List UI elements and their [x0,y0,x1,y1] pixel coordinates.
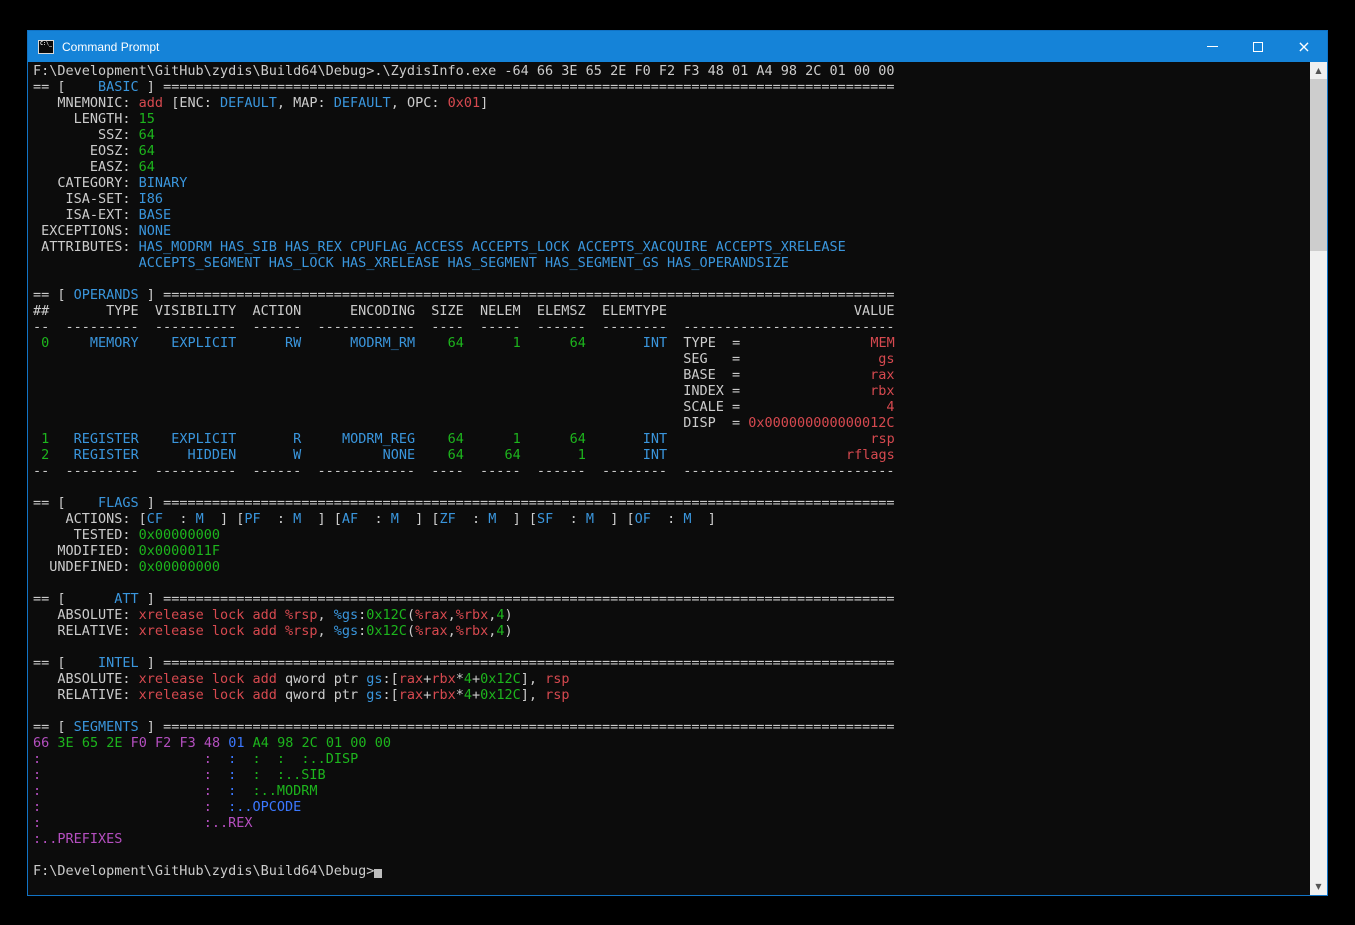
desktop: { "window": { "title": "Command Prompt",… [0,0,1355,925]
window-body: F:\Development\GitHub\zydis\Build64\Debu… [28,62,1327,895]
terminal-line: :..PREFIXES [33,831,1310,847]
terminal-line: : : :..OPCODE [33,799,1310,815]
terminal-line: 2 REGISTER HIDDEN W NONE 64 64 1 INT rfl… [33,447,1310,463]
close-button[interactable]: × [1281,31,1327,62]
terminal-line: 0 MEMORY EXPLICIT RW MODRM_RM 64 1 64 IN… [33,335,1310,351]
terminal-line: SCALE = 4 [33,399,1310,415]
terminal-line: == [ ATT ] =============================… [33,591,1310,607]
terminal-line: F:\Development\GitHub\zydis\Build64\Debu… [33,63,1310,79]
terminal-line: SSZ: 64 [33,127,1310,143]
terminal-line: : : : : : :..DISP [33,751,1310,767]
terminal-line: == [ INTEL ] ===========================… [33,655,1310,671]
scroll-down-button[interactable]: ▼ [1310,878,1327,895]
terminal-line: ISA-EXT: BASE [33,207,1310,223]
terminal-line: -- --------- ---------- ------ ---------… [33,463,1310,479]
scroll-up-button[interactable]: ▲ [1310,62,1327,79]
terminal-line: TESTED: 0x00000000 [33,527,1310,543]
terminal-line: MODIFIED: 0x0000011F [33,543,1310,559]
window-controls: × [1189,31,1327,62]
terminal-line: CATEGORY: BINARY [33,175,1310,191]
terminal-line: INDEX = rbx [33,383,1310,399]
terminal-line: F:\Development\GitHub\zydis\Build64\Debu… [33,863,1310,879]
terminal-line: BASE = rax [33,367,1310,383]
terminal-line: ACCEPTS_SEGMENT HAS_LOCK HAS_XRELEASE HA… [33,255,1310,271]
terminal-line: LENGTH: 15 [33,111,1310,127]
terminal-line: : :..REX [33,815,1310,831]
terminal-line: SEG = gs [33,351,1310,367]
vertical-scrollbar[interactable]: ▲ ▼ [1310,62,1327,895]
terminal-line: == [ SEGMENTS ] ========================… [33,719,1310,735]
terminal-line: EASZ: 64 [33,159,1310,175]
cmd-icon: C:\_ [38,40,54,54]
terminal-line [33,639,1310,655]
title-bar[interactable]: C:\_ Command Prompt × [28,31,1327,62]
terminal-line: EOSZ: 64 [33,143,1310,159]
terminal-line [33,847,1310,863]
terminal-line: == [ BASIC ] ===========================… [33,79,1310,95]
command-prompt-window: C:\_ Command Prompt × F:\Development\Git… [27,30,1328,896]
terminal-line [33,271,1310,287]
terminal-line: RELATIVE: xrelease lock add %rsp, %gs:0x… [33,623,1310,639]
terminal-line: ABSOLUTE: xrelease lock add qword ptr gs… [33,671,1310,687]
terminal-line: == [ OPERANDS ] ========================… [33,287,1310,303]
maximize-icon [1253,42,1263,52]
minimize-button[interactable] [1189,31,1235,62]
terminal-line: ABSOLUTE: xrelease lock add %rsp, %gs:0x… [33,607,1310,623]
terminal-line [33,479,1310,495]
text-cursor [374,869,382,878]
terminal-line: ACTIONS: [CF : M ] [PF : M ] [AF : M ] [… [33,511,1310,527]
close-icon: × [1297,39,1310,55]
terminal-line: RELATIVE: xrelease lock add qword ptr gs… [33,687,1310,703]
terminal-line: ATTRIBUTES: HAS_MODRM HAS_SIB HAS_REX CP… [33,239,1310,255]
terminal-screen[interactable]: F:\Development\GitHub\zydis\Build64\Debu… [28,62,1310,895]
terminal-line: DISP = 0x000000000000012C [33,415,1310,431]
terminal-line: 66 3E 65 2E F0 F2 F3 48 01 A4 98 2C 01 0… [33,735,1310,751]
terminal-line: MNEMONIC: add [ENC: DEFAULT, MAP: DEFAUL… [33,95,1310,111]
window-title: Command Prompt [62,40,159,54]
maximize-button[interactable] [1235,31,1281,62]
terminal-line [33,703,1310,719]
terminal-line: 1 REGISTER EXPLICIT R MODRM_REG 64 1 64 … [33,431,1310,447]
terminal-line [33,575,1310,591]
terminal-line: == [ FLAGS ] ===========================… [33,495,1310,511]
terminal-line: -- --------- ---------- ------ ---------… [33,319,1310,335]
terminal-line: : : : : :..SIB [33,767,1310,783]
terminal-line: ## TYPE VISIBILITY ACTION ENCODING SIZE … [33,303,1310,319]
scrollbar-track[interactable] [1310,79,1327,878]
terminal-line: ISA-SET: I86 [33,191,1310,207]
terminal-line: : : : :..MODRM [33,783,1310,799]
scroll-up-icon: ▲ [1315,66,1321,75]
minimize-icon [1207,46,1218,47]
terminal-line: UNDEFINED: 0x00000000 [33,559,1310,575]
scrollbar-thumb[interactable] [1310,79,1327,251]
scroll-down-icon: ▼ [1315,882,1321,891]
terminal-line: EXCEPTIONS: NONE [33,223,1310,239]
